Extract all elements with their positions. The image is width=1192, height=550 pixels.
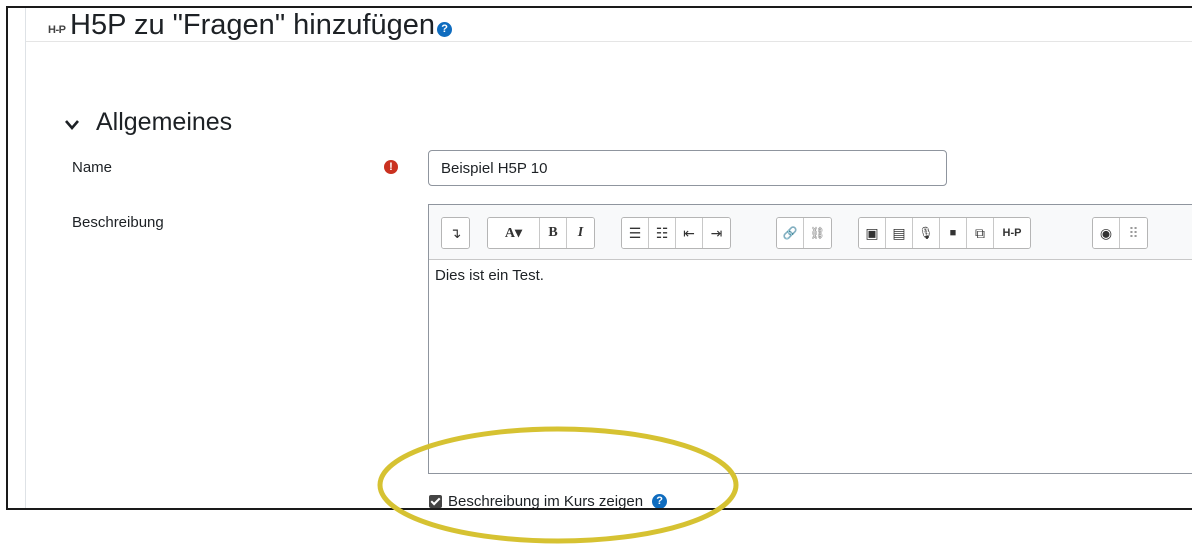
- record-video-icon[interactable]: ■: [940, 218, 967, 248]
- section-title-allgemeines[interactable]: Allgemeines: [96, 108, 232, 137]
- italic-icon[interactable]: I: [567, 218, 594, 248]
- manage-files-icon[interactable]: ⧉: [967, 218, 994, 248]
- toolbar-group-accessibility: ◉ ⠿: [1092, 217, 1148, 249]
- required-icon: !: [384, 160, 398, 174]
- accessibility-checker-icon[interactable]: ◉: [1093, 218, 1120, 248]
- description-label: Beschreibung: [72, 214, 164, 231]
- link-icon[interactable]: 🔗: [777, 218, 804, 248]
- toolbar-group-media: ▣ ▤ 🎙 ■ ⧉ H-P: [858, 217, 1031, 249]
- unlink-icon[interactable]: ⛓: [804, 218, 831, 248]
- h5p-logo: H-P: [48, 24, 66, 36]
- left-rule: [25, 8, 26, 508]
- unordered-list-icon[interactable]: ☰: [622, 218, 649, 248]
- editor-toolbar: ↴ A▾ B I ☰ ☷ ⇤ ⇥ 🔗 ⛓ ▣ ▤ 🎙 ■ ⧉ H-P ◉ ⠿: [429, 205, 1192, 260]
- toolbar-group-lists: ☰ ☷ ⇤ ⇥: [621, 217, 731, 249]
- font-style-icon[interactable]: A▾: [488, 218, 540, 248]
- toolbar-group-links: 🔗 ⛓: [776, 217, 832, 249]
- image-icon[interactable]: ▣: [859, 218, 886, 248]
- record-audio-icon[interactable]: 🎙: [913, 218, 940, 248]
- h5p-icon[interactable]: H-P: [994, 218, 1030, 248]
- outdent-icon[interactable]: ⇤: [676, 218, 703, 248]
- page-title: H5P zu "Fragen" hinzufügen?: [70, 8, 453, 42]
- editor-content[interactable]: Dies ist ein Test.: [435, 267, 544, 284]
- name-label: Name: [72, 159, 113, 176]
- media-icon[interactable]: ▤: [886, 218, 913, 248]
- page-title-text: H5P zu "Fragen" hinzufügen: [70, 9, 436, 41]
- indent-icon[interactable]: ⇥: [703, 218, 730, 248]
- bold-icon[interactable]: B: [540, 218, 567, 248]
- help-icon[interactable]: ?: [437, 22, 453, 37]
- name-input[interactable]: [428, 150, 947, 186]
- toolbar-group-format: A▾ B I: [487, 217, 595, 249]
- toolbar-group-collapse: ↴: [441, 217, 470, 249]
- collapse-icon[interactable]: ↴: [442, 218, 469, 248]
- ordered-list-icon[interactable]: ☷: [649, 218, 676, 248]
- highlight-ellipse: [377, 426, 739, 544]
- title-divider: [26, 41, 1192, 42]
- chevron-down-icon[interactable]: [64, 118, 80, 132]
- screenreader-helper-icon[interactable]: ⠿: [1120, 218, 1147, 248]
